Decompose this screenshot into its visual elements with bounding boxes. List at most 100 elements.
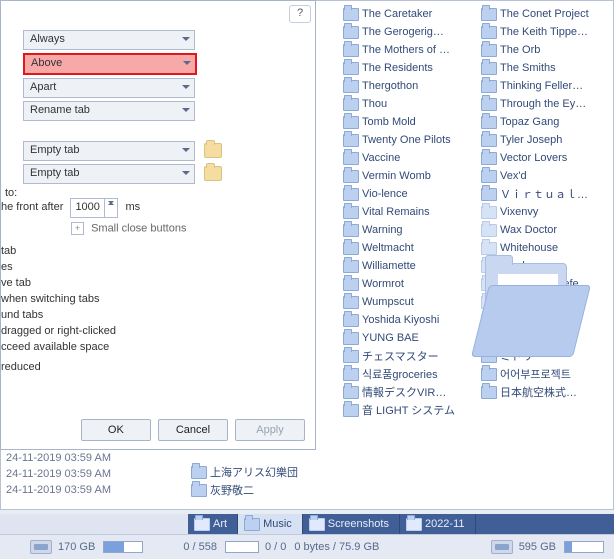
folder-icon [481, 314, 497, 327]
folder-item[interactable]: Tomb Mold [343, 113, 475, 131]
chevron-down-icon [182, 148, 190, 152]
folder-item[interactable]: The Caretaker [343, 5, 475, 23]
folder-item[interactable]: Weltmacht [343, 239, 475, 257]
dropdown-rename[interactable]: Rename tab [23, 101, 195, 121]
folder-tab[interactable]: Screenshots [303, 514, 400, 534]
folder-item[interactable]: Vector Lovers [481, 149, 613, 167]
folder-item[interactable]: Williamette [343, 257, 475, 275]
folder-item[interactable]: Thinking Feller… [481, 77, 613, 95]
folder-item[interactable]: Vaccine [343, 149, 475, 167]
folder-item[interactable]: 情報デスクVIR… [343, 383, 475, 401]
folder-label: Tomb Mold [362, 116, 416, 128]
folder-item[interactable]: xxxtentacion [481, 293, 613, 311]
folder-icon [481, 260, 497, 273]
folder-icon [481, 332, 497, 345]
dialog-help-button[interactable]: ? [289, 5, 311, 23]
dropdown-apart[interactable]: Apart [23, 78, 195, 98]
folder-item[interactable]: Wormrot [343, 275, 475, 293]
folder-item[interactable]: The Gerogerig… [343, 23, 475, 41]
folder-item[interactable]: The Conet Project [481, 5, 613, 23]
folder-item[interactable]: 어어부프로젝트 [481, 365, 613, 383]
folder-item[interactable]: 音 LIGHT システム [343, 401, 475, 419]
folder-icon [481, 296, 497, 309]
folder-item[interactable]: You and I [481, 311, 613, 329]
folder-item[interactable]: Vex'd [481, 167, 613, 185]
folder-item[interactable]: 日本航空株式… [481, 383, 613, 401]
folder-tab[interactable]: 2022-11 [400, 514, 476, 534]
folder-item[interactable]: 上海アリス幻樂団 [191, 463, 331, 481]
dropdown-always[interactable]: Always [23, 30, 195, 50]
folder-item[interactable]: 식료품groceries [343, 365, 475, 383]
dropdown-empty-1[interactable]: Empty tab [23, 141, 195, 161]
folder-icon [194, 518, 210, 531]
folder-label: Vector Lovers [500, 152, 567, 164]
folder-icon [481, 26, 497, 39]
folder-label: Yoshida Kiyoshi [362, 314, 439, 326]
options-fragment-list: tabesve tabwhen switching tabsund tabsdr… [1, 243, 307, 375]
folder-icon [481, 116, 497, 129]
folder-item[interactable]: Zadig The Jasp [481, 329, 613, 347]
dropdown-empty-2[interactable]: Empty tab [23, 164, 195, 184]
folder-item[interactable]: The Keith Tippe… [481, 23, 613, 41]
folder-label: Vaccine [362, 152, 400, 164]
folder-item[interactable]: The Mothers of … [343, 41, 475, 59]
option-fragment: und tabs [1, 307, 307, 323]
folder-label: 音 LIGHT システム [362, 402, 455, 418]
ok-button[interactable]: OK [81, 419, 151, 441]
folder-item[interactable]: チェスマスター [343, 347, 475, 365]
small-close-checkbox[interactable]: + [71, 222, 84, 235]
folder-browse-icon[interactable] [204, 143, 222, 158]
folder-item[interactable]: Vermin Womb [343, 167, 475, 185]
folder-item[interactable]: Through the Ey… [481, 95, 613, 113]
folder-item[interactable]: Thergothon [343, 77, 475, 95]
option-fragment: es [1, 259, 307, 275]
file-column-2: The Conet ProjectThe Keith Tippe…The Orb… [475, 5, 613, 419]
folder-item[interactable]: 灰野敬二 [191, 481, 331, 499]
apply-button[interactable]: Apply [235, 419, 305, 441]
folder-browse-icon[interactable] [204, 166, 222, 181]
status-counts: 0 / 558 [183, 541, 217, 553]
folder-icon [481, 386, 497, 399]
folder-icon [343, 314, 359, 327]
folder-item[interactable]: Woob [481, 257, 613, 275]
tabbar-left-gutter [0, 514, 188, 534]
front-delay-spinner[interactable]: 1000 [70, 198, 118, 218]
folder-icon [343, 278, 359, 291]
folder-label: 情報デスクVIR… [362, 384, 446, 400]
folder-item[interactable]: Vio-lence [343, 185, 475, 203]
folder-item[interactable]: Wreck and Refe… [481, 275, 613, 293]
folder-item[interactable]: YUNG BAE [343, 329, 475, 347]
folder-item[interactable]: Wax Doctor [481, 221, 613, 239]
chevron-down-icon [182, 108, 190, 112]
folder-item[interactable]: Warning [343, 221, 475, 239]
folder-item[interactable]: The Residents [343, 59, 475, 77]
folder-label: Vixenvy [500, 206, 538, 218]
cancel-button[interactable]: Cancel [158, 419, 228, 441]
folder-item[interactable]: Vixenvy [481, 203, 613, 221]
folder-item[interactable]: Tyler Joseph [481, 131, 613, 149]
folder-item[interactable]: Thou [343, 95, 475, 113]
folder-icon [343, 170, 359, 183]
folder-item[interactable]: Yoshida Kiyoshi [343, 311, 475, 329]
file-column-extra: 上海アリス幻樂団灰野敬二 [191, 463, 331, 499]
status-bytes: 0 bytes / 75.9 GB [294, 541, 379, 553]
disk-icon [491, 540, 513, 554]
folder-item[interactable]: ミドリ [481, 347, 613, 365]
folder-item[interactable]: The Orb [481, 41, 613, 59]
folder-item[interactable]: Wumpscut [343, 293, 475, 311]
date-modified-rows: 24-11-2019 03:59 AM24-11-2019 03:59 AM24… [2, 452, 111, 500]
folder-item[interactable]: Twenty One Pilots [343, 131, 475, 149]
folder-item[interactable]: Whitehouse [481, 239, 613, 257]
folder-label: The Mothers of … [362, 44, 450, 56]
folder-tab[interactable]: Art [188, 514, 238, 534]
folder-item[interactable]: Ｖｉｒｔｕａｌ… [481, 185, 613, 203]
folder-item[interactable]: Vital Remains [343, 203, 475, 221]
folder-icon [191, 484, 207, 497]
option-fragment: tab [1, 243, 307, 259]
folder-item[interactable]: Topaz Gang [481, 113, 613, 131]
folder-item[interactable]: The Smiths [481, 59, 613, 77]
folder-icon [343, 80, 359, 93]
dropdown-above[interactable]: Above [23, 53, 197, 75]
disk-usage-bar-right [564, 541, 604, 553]
folder-tab[interactable]: Music [238, 514, 303, 534]
